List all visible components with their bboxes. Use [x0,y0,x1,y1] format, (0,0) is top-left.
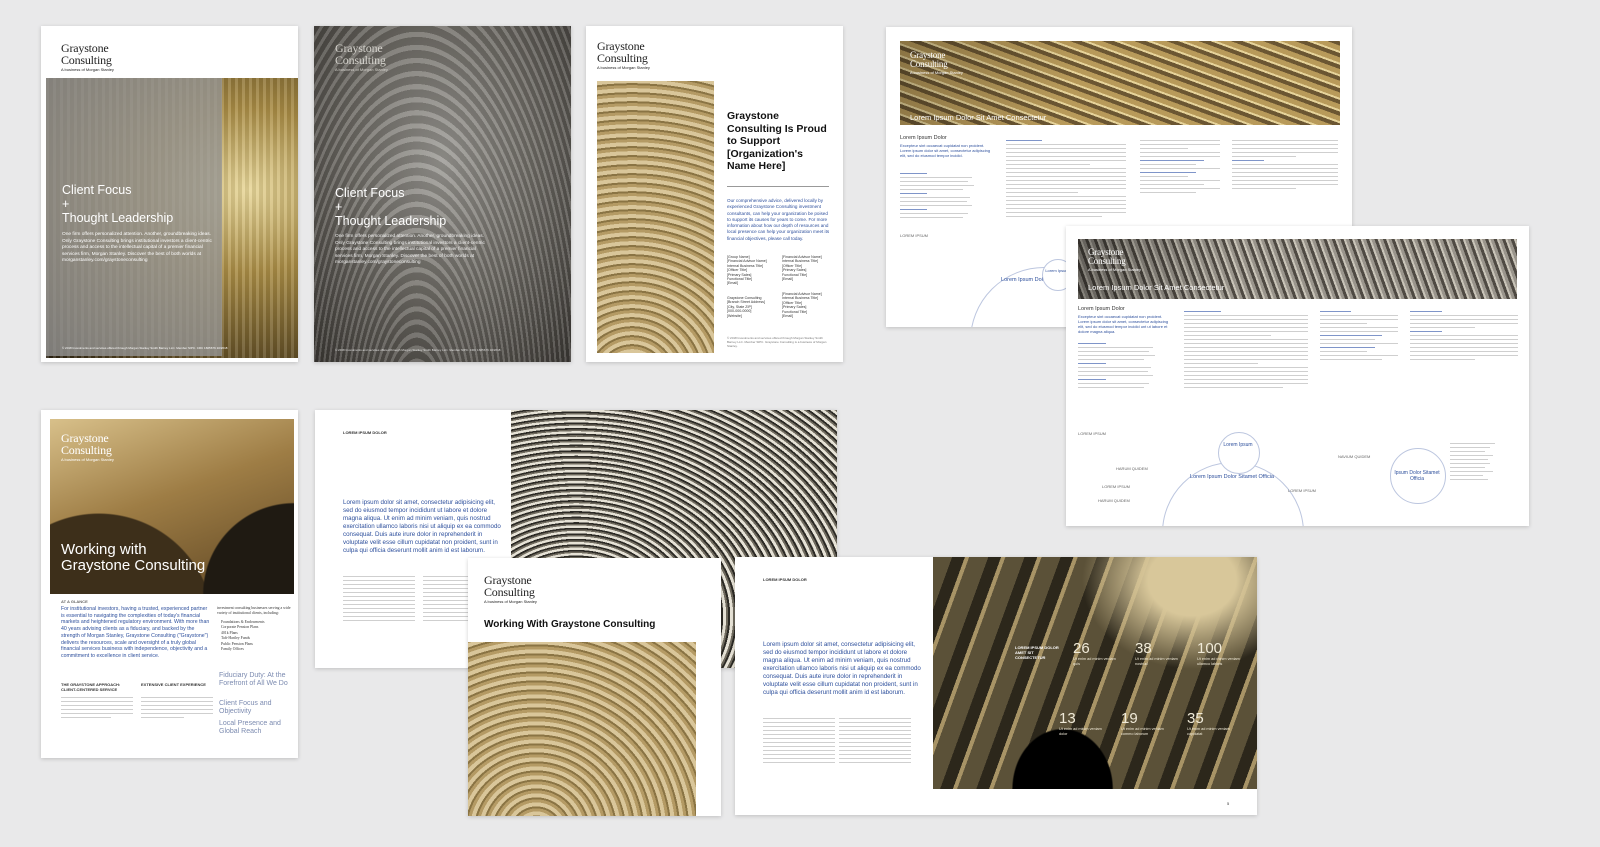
cover-photo [468,642,696,816]
photo-label: LOREM IPSUM DOLOR AMET SIT CONSECTETUR [1015,645,1059,660]
diagram-node-label: LOREM IPSUM [1288,488,1317,493]
cover-footer: © 2018 Investments and services offered … [335,348,501,352]
contact-block-2: [Financial Advisor Name] Internal Busine… [782,255,822,282]
stat-caption: Ut enim ad minim veniam ullamco laboris [1197,657,1240,666]
diagram-node-label: HARUM QUIDEM [1116,466,1148,471]
support-body: Our comprehensive advice, delivered loca… [727,198,830,241]
subsection-title: THE GRAYSTONE APPROACH: CLIENT-CENTERED … [61,682,121,692]
stat-caption: Ut enim ad minim veniam nostrud [1135,657,1178,666]
diagram-node-label: HARUM QUIDEM [1098,498,1130,503]
diagram-circle-left-label: Lorem Ipsum Dolor Sitamet Officia [1190,474,1274,480]
page-number: 5 [1227,801,1230,806]
graystone-logo: Graystone Consulting A business of Morga… [484,573,537,604]
stat-value: 13 [1059,710,1076,727]
section-label: LOREM IPSUM DOLOR [343,430,387,435]
banner-title: Lorem Ipsum Dolor Sit Amet Consectetur [1088,283,1225,292]
sidebar-heading: Fiduciary Duty: At the Forefront of All … [219,672,288,687]
flyer-client-focus-gold: Graystone Consulting A business of Morga… [41,26,298,362]
contact-block-4: [Financial Advisor Name] Internal Busine… [782,292,822,319]
diagram-node-label: LOREM IPSUM [1102,484,1131,489]
sidebar-heading: Client Focus and Objectivity [219,700,272,715]
body-column-2 [839,715,911,766]
graystone-logo: Graystone Consulting A business of Morga… [910,50,963,75]
cover-title: Client Focus + Thought Leadership [62,183,174,225]
graystone-logo: Graystone Consulting A business of Morga… [61,41,114,72]
stat-caption: Ut enim ad minim veniam quis [1073,657,1116,666]
graystone-logo: Graystone Consulting A business of Morga… [597,39,650,70]
subsection-title: EXTENSIVE CLIENT EXPERIENCE [141,682,206,687]
list-item: Family Offices [221,647,244,652]
cover-footer: © 2018 Investments and services offered … [62,346,228,350]
stat-value: 38 [1135,640,1152,657]
section-label: LOREM IPSUM DOLOR [763,577,807,582]
graystone-logo: Graystone Consulting A business of Morga… [1088,247,1141,272]
diagram-node-label: NAVIUM QUIDEM [1338,454,1371,459]
stat-value: 100 [1197,640,1223,657]
client-list: Foundations & Endowments Corporate Pensi… [221,620,293,652]
stat-value: 26 [1073,640,1090,657]
stat-caption: Ut enim ad minim veniam commo laborum [1121,727,1164,736]
diagram-circle-right-label: Ipsum Dolor Sitamet Officia [1394,470,1440,482]
body-column-1 [763,715,835,766]
text-column-2 [1184,308,1308,391]
brochure-cover: Graystone Consulting A business of Morga… [468,558,721,816]
cover-title: Working With Graystone Consulting [484,619,656,630]
text-column-2 [1006,137,1126,220]
section-title: Lorem Ipsum Dolor [900,135,947,141]
stat-block: 100 Ut enim ad minim veniam ullamco labo… [1197,641,1247,666]
lead-paragraph: Lorem ipsum dolor sit amet, consectetur … [763,641,921,696]
brochure-spread-right: LOREM IPSUM DOLOR Lorem ipsum dolor sit … [735,557,1257,815]
stat-value: 19 [1121,710,1138,727]
diagram-right-list [1450,440,1500,483]
stat-value: 35 [1187,710,1204,727]
cover-photo [597,81,714,353]
flyer-proud-to-support: Graystone Consulting A business of Morga… [586,26,843,362]
diagram-label: LOREM IPSUM [1078,431,1107,436]
flyer-client-focus-silver: Graystone Consulting A business of Morga… [314,26,571,362]
cover-body: One firm offers personalized attention. … [62,232,212,264]
flyer-working-with: Graystone Consulting A business of Morga… [41,410,298,758]
stat-block: 26 Ut enim ad minim veniam quis [1073,641,1123,666]
intro-paragraph: For institutional investors, having a tr… [61,606,210,659]
section-title: Lorem Ipsum Dolor [1078,306,1125,312]
cover-title: Working with Graystone Consulting [61,541,206,574]
lead-paragraph: Lorem ipsum dolor sit amet, consectetur … [343,499,501,554]
sidebar-heading: Local Presence and Global Reach [219,720,281,735]
body-column-2 [141,694,213,721]
body-column-1 [343,573,415,624]
intro-text: Excepteur sint occaecat cupidatat non pr… [1078,314,1169,334]
bullet-column [1078,340,1172,391]
intro-text: Excepteur sint occaecat cupidatat non pr… [900,143,991,158]
stat-block: 13 Ut enim ad minim veniam dolor [1059,711,1109,736]
text-column-3 [1320,308,1398,363]
stat-block: 19 Ut enim ad minim veniam commo laborum [1121,711,1171,736]
graystone-logo: Graystone Consulting A business of Morga… [335,41,388,72]
text-column-3 [1140,137,1220,196]
text-column-4 [1410,308,1518,363]
bullet-column [900,170,990,221]
cover-body: One firm offers personalized attention. … [335,234,485,266]
stat-block: 35 Ut enim ad minim veniam cupidatat [1187,711,1237,736]
text-column-4 [1232,137,1338,192]
at-a-glance-label: AT A GLANCE [61,599,88,604]
body-column-1 [61,694,133,721]
spread-silver: Graystone Consulting A business of Morga… [1066,226,1529,526]
diagram-label: LOREM IPSUM [900,233,929,238]
diagram-circle-top-label: Lorem Ipsum [1223,442,1253,448]
spread-photo [933,557,1257,789]
banner-title: Lorem Ipsum Dolor Sit Amet Consectetur [910,113,1047,122]
flyer-footer: © 2018 Investments and services offered … [727,336,827,348]
cover-title: Client Focus + Thought Leadership [335,186,447,228]
graystone-logo: Graystone Consulting A business of Morga… [61,431,114,462]
stat-caption: Ut enim ad minim veniam cupidatat [1187,727,1230,736]
stat-block: 38 Ut enim ad minim veniam nostrud [1135,641,1185,666]
stat-caption: Ut enim ad minim veniam dolor [1059,727,1102,736]
contact-block-3: Graystone Consulting [Branch Street Addr… [727,296,765,318]
title-rule [727,186,829,187]
contact-block-1: [Group Name] [Financial Advisor Name] In… [727,255,767,286]
support-title: Graystone Consulting Is Proud to Support… [727,110,827,172]
list-intro: investment consulting businesses serving… [217,606,291,615]
diagram-circle-top [1218,432,1260,474]
